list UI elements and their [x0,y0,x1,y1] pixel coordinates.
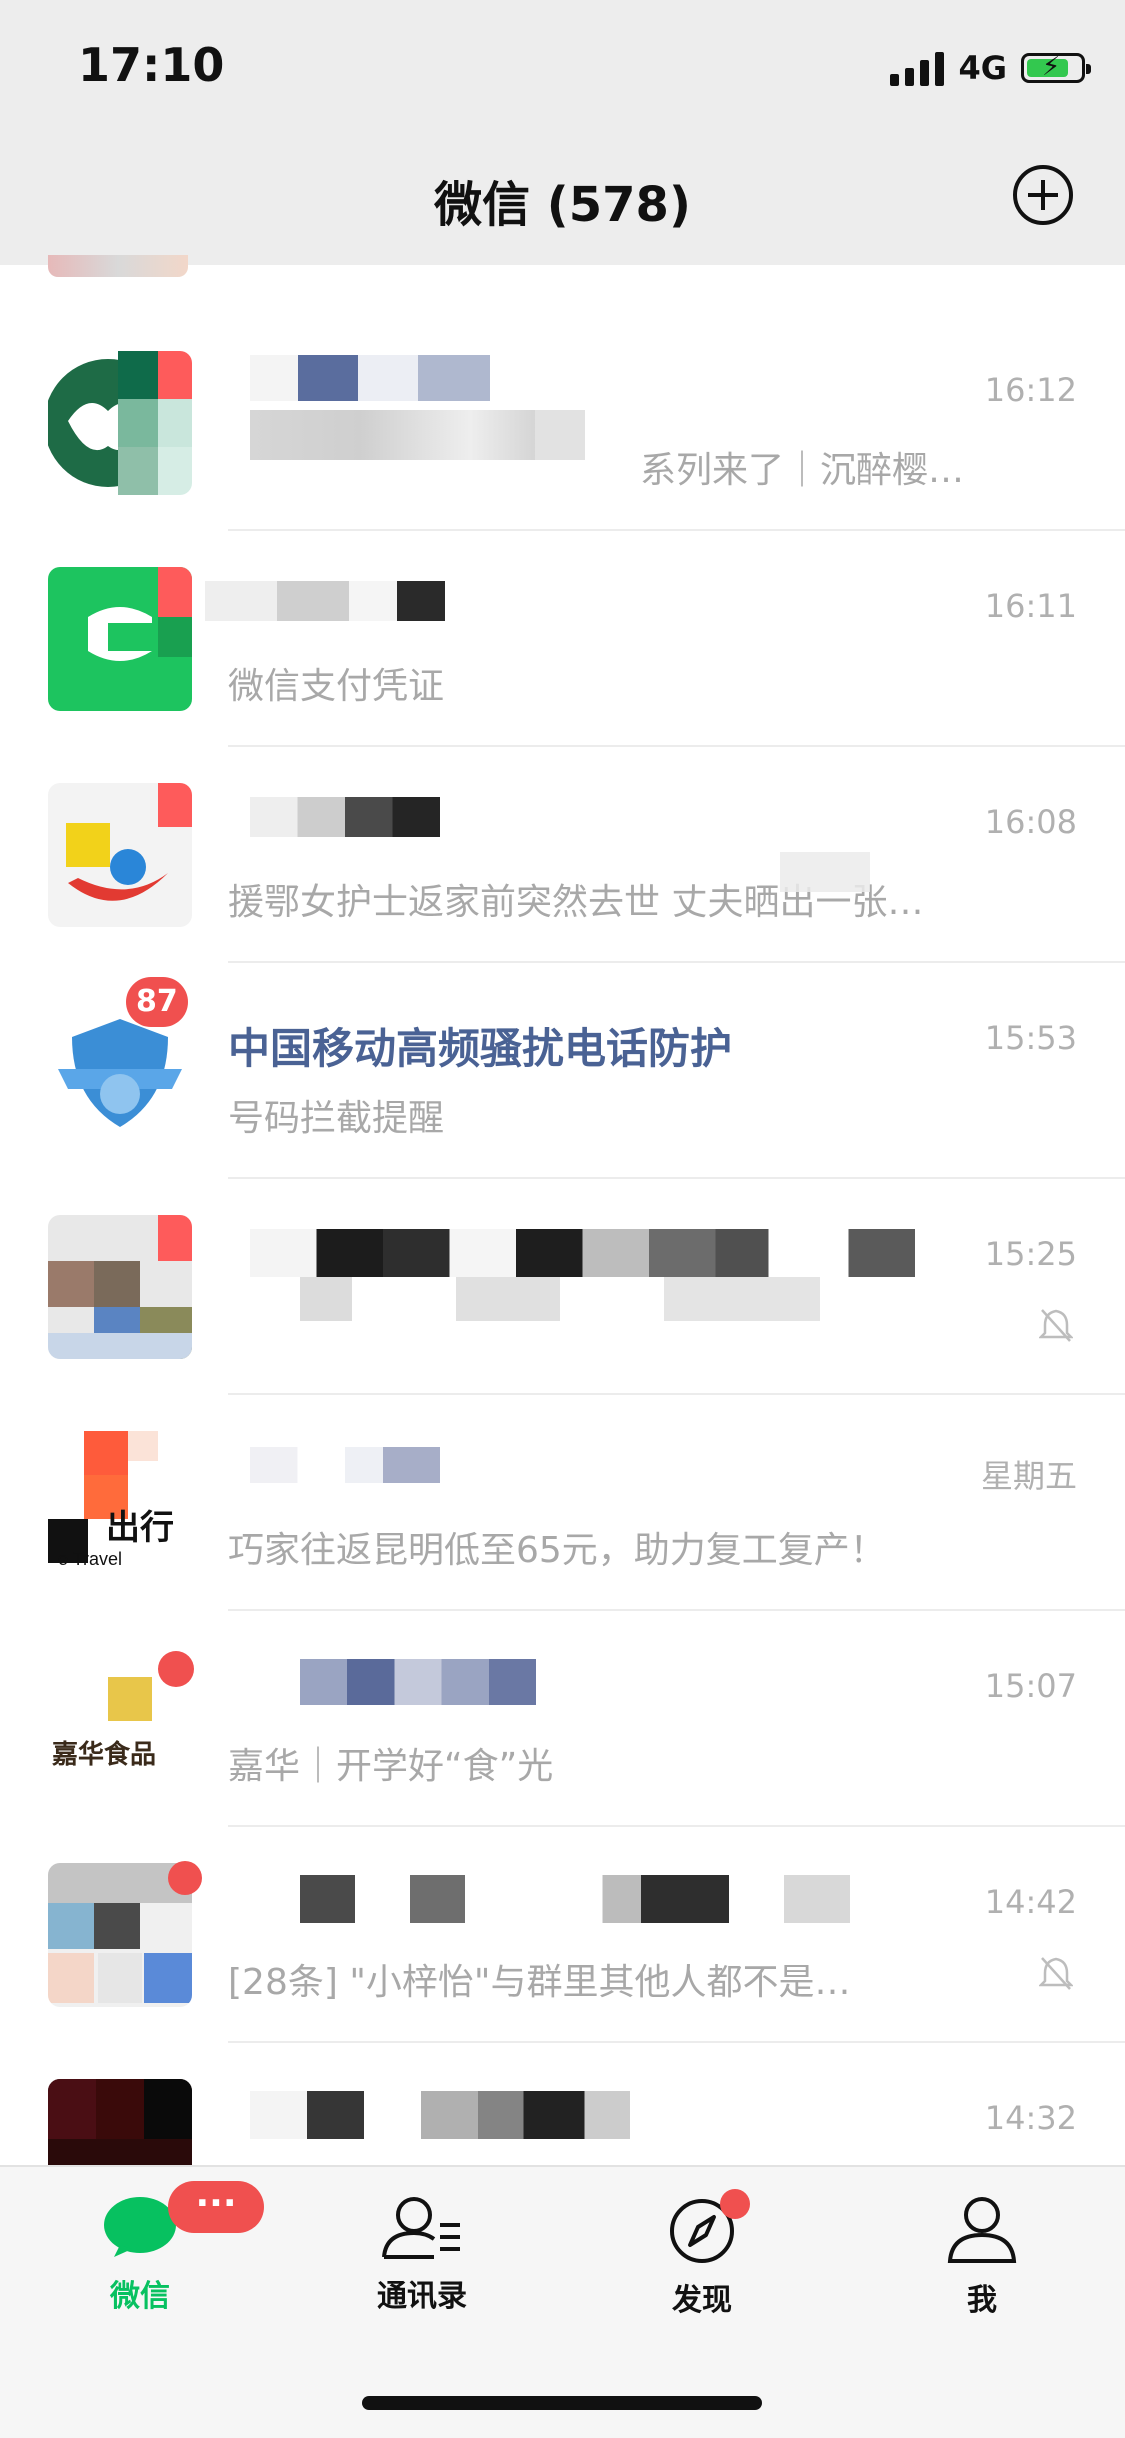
tab-label: 微信 [110,2279,170,2314]
chat-preview: [28条] "小梓怡"与群里其他人都不是… [228,1962,851,2003]
tab-label: 发现 [672,2283,732,2318]
chat-row[interactable]: 16:11 微信支付凭证 [0,531,1125,747]
chat-time: 15:25 [984,1235,1077,1273]
tab-me[interactable]: 我 [882,2195,1082,2319]
chat-preview: 号码拦截提醒 [228,1098,445,1139]
chat-list: 16:12 系列来了｜沉醉樱… 16:11 微信支付凭证 16:08 援鄂女护士… [0,265,1125,2165]
chat-preview: 系列来了｜沉醉樱… [640,450,965,491]
chat-time: 16:12 [984,371,1077,409]
tab-contacts[interactable]: 通讯录 [322,2195,522,2315]
unread-badge: 87 [126,977,188,1027]
svg-text:e Travel: e Travel [58,1549,122,1569]
mute-bell-icon [1039,1309,1073,1342]
photo-avatar [48,2079,192,2165]
chat-time: 14:42 [984,1883,1077,1921]
avatar-text: 出行 [106,1509,174,1547]
mute-bell-icon [1039,1957,1073,1990]
chat-preview: 援鄂女护士返家前突然去世 丈夫晒出一张… [228,882,924,923]
unread-dot [158,1651,194,1687]
chat-time: 星期五 [980,1457,1077,1495]
tab-badge: ··· [168,2181,264,2233]
chat-name: 中国移动高频骚扰电话防护 [228,1024,733,1073]
unread-dot [168,1861,202,1895]
page-title: 微信 (578) [434,177,691,233]
network-label: 4G [958,49,1007,87]
name-redacted [300,1659,536,1705]
avatar-text: 嘉华食品 [52,1739,156,1769]
person-icon [947,2197,1017,2263]
preview-redacted [300,1277,820,1321]
name-redacted [250,2091,630,2139]
chat-bubble-icon [104,2197,176,2257]
status-time: 17:10 [78,38,225,92]
chat-row[interactable]: 16:12 系列来了｜沉醉樱… [0,315,1125,531]
news-logo [48,783,192,927]
name-redacted [250,1229,915,1277]
chat-row[interactable]: 16:08 援鄂女护士返家前突然去世 丈夫晒出一张… [0,747,1125,963]
tab-chats[interactable]: 微信 ··· [40,2181,264,2315]
starbucks-logo [48,351,192,495]
preview-redacted [780,852,870,892]
chat-preview: 微信支付凭证 [228,666,445,707]
signal-icon [890,50,945,86]
name-redacted [300,1875,850,1923]
chat-row[interactable]: 15:25 [0,1179,1125,1395]
chat-row[interactable]: 14:42 [28条] "小梓怡"与群里其他人都不是… [0,1827,1125,2043]
chat-row[interactable]: 14:32 [0,2043,1125,2165]
contacts-icon [382,2197,460,2259]
wechat-pay-logo [48,567,192,711]
chat-preview: 巧家往返昆明低至65元，助力复工复产！ [228,1530,886,1571]
chat-time: 15:53 [984,1019,1077,1057]
preview-redacted [535,410,585,460]
tab-label: 我 [967,2283,997,2318]
travel-logo: 出行 e Travel [48,1431,192,1575]
name-redacted [250,797,440,837]
name-redacted [205,581,445,621]
tab-bar: 微信 ··· 通讯录 发现 我 [0,2165,1125,2438]
top-bar: 17:10 4G ⚡ 微信 (578) [0,0,1125,265]
tab-label: 通讯录 [377,2279,467,2314]
name-redacted [250,1447,440,1483]
tab-discover[interactable]: 发现 [602,2189,802,2319]
chat-time: 14:32 [984,2099,1077,2137]
chat-preview: 嘉华｜开学好“食”光 [228,1746,554,1787]
plus-circle-icon[interactable] [1013,165,1073,225]
battery-icon: ⚡ [1021,52,1091,83]
group-avatar [48,1215,192,1359]
chat-time: 16:11 [984,587,1077,625]
preview-redacted [250,410,580,460]
name-redacted [250,355,490,401]
chat-row[interactable]: 87 中国移动高频骚扰电话防护 15:53 号码拦截提醒 [0,963,1125,1179]
chat-row[interactable]: 嘉华食品 15:07 嘉华｜开学好“食”光 [0,1611,1125,1827]
chat-time: 16:08 [984,803,1077,841]
discover-dot [720,2189,750,2219]
status-indicators: 4G ⚡ [890,48,1091,88]
chat-row[interactable]: 出行 e Travel 星期五 巧家往返昆明低至65元，助力复工复产！ [0,1395,1125,1611]
home-indicator [362,2396,762,2410]
chat-time: 15:07 [984,1667,1077,1705]
